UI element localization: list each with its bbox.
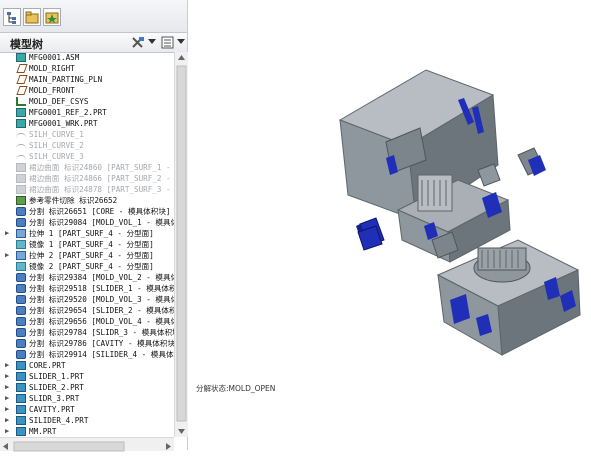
component-icon xyxy=(16,427,26,436)
split-icon xyxy=(16,317,26,326)
tree-item-label: MFG0001.ASM xyxy=(29,53,80,62)
tree-item-label: SILIDER_4.PRT xyxy=(29,416,89,425)
curve-icon xyxy=(16,133,26,142)
vertical-scrollbar[interactable] xyxy=(174,52,188,437)
graphics-viewport[interactable]: 分解状态:MOLD_OPEN xyxy=(188,0,591,450)
datum-plane-icon xyxy=(16,75,28,84)
tree-item-label: MFG0001_REF_2.PRT xyxy=(29,108,107,117)
tree-item-label: 分割 标识29084 [MOLD_VOL_1 - 模具体积 xyxy=(29,218,174,227)
surface-icon xyxy=(16,185,26,194)
component-icon xyxy=(16,372,26,381)
chevron-down-icon[interactable] xyxy=(148,39,156,45)
part-icon xyxy=(16,119,26,128)
tree-item-label: MFG0001_WRK.PRT xyxy=(29,119,98,128)
surface-icon xyxy=(16,163,26,172)
expand-arrow-icon[interactable]: ▶ xyxy=(5,415,9,426)
component-icon xyxy=(16,394,26,403)
folder-icon xyxy=(25,11,39,24)
expand-arrow-icon[interactable]: ▶ xyxy=(5,426,9,437)
tree-item-label: 分割 标识29656 [MOLD_VOL_4 - 模具体积 xyxy=(29,317,174,326)
split-icon xyxy=(16,306,26,315)
assembly-icon xyxy=(16,53,26,62)
tree-item-label: SILH_CURVE_3 xyxy=(29,152,84,161)
component-icon xyxy=(16,361,26,370)
tree-item-label: 分割 标识29384 [MOLD_VOL_2 - 模具体积 xyxy=(29,273,174,282)
chevron-down-icon[interactable] xyxy=(177,39,185,45)
expand-arrow-icon[interactable]: ▶ xyxy=(5,393,9,404)
surface-icon xyxy=(16,174,26,183)
tree-item-label: 分割 标识29784 [SLIDR_3 - 模具体积块] xyxy=(29,328,174,337)
split-icon xyxy=(16,273,26,282)
favorites-icon xyxy=(45,12,59,24)
extrude-icon xyxy=(16,251,26,260)
csys-icon xyxy=(16,97,26,106)
tree-item-label: SILH_CURVE_1 xyxy=(29,130,84,139)
explode-state-label: 分解状态:MOLD_OPEN xyxy=(196,384,276,393)
curve-icon xyxy=(16,144,26,153)
extrude-icon xyxy=(16,229,26,238)
split-icon xyxy=(16,339,26,348)
expand-arrow-icon[interactable]: ▶ xyxy=(5,382,9,393)
tree-item-label: SILH_CURVE_2 xyxy=(29,141,84,150)
tree-item-label: MM.PRT xyxy=(29,427,57,436)
tree-item-label: MAIN_PARTING_PLN xyxy=(29,75,103,84)
mirror-icon xyxy=(16,262,26,271)
show-menu-icon[interactable] xyxy=(160,35,176,50)
tree-item-label: 裙边曲面 标识24878 [PART_SURF_3 - 分 xyxy=(29,185,174,194)
component-icon xyxy=(16,416,26,425)
tree-item-label: 分割 标识29914 [SILIDER_4 - 模具体积 xyxy=(29,350,174,359)
part-icon xyxy=(16,108,26,117)
split-icon xyxy=(16,207,26,216)
mirror-icon xyxy=(16,240,26,249)
datum-plane-icon xyxy=(16,86,28,95)
tab-favorites[interactable] xyxy=(43,8,61,26)
component-icon xyxy=(16,405,26,414)
horizontal-scrollbar[interactable] xyxy=(0,437,174,452)
tree-settings-icon[interactable] xyxy=(130,35,146,50)
expand-arrow-icon[interactable]: ▶ xyxy=(5,228,9,239)
split-icon xyxy=(16,284,26,293)
tree-item-label: MOLD_FRONT xyxy=(29,86,75,95)
tree-item-label: 参考零件切除 标识26652 xyxy=(29,196,118,205)
ref-cut-icon xyxy=(16,196,26,205)
expand-arrow-icon[interactable]: ▶ xyxy=(5,250,9,261)
tree-item-label: 分割 标识29654 [SLIDER_2 - 模具体积块 xyxy=(29,306,174,315)
tree-item-label: SLIDER_2.PRT xyxy=(29,383,84,392)
expand-arrow-icon[interactable]: ▶ xyxy=(5,371,9,382)
tree-item-label: 裙边曲面 标识24866 [PART_SURF_2 - 分 xyxy=(29,174,174,183)
tree-item-label: SLIDR_3.PRT xyxy=(29,394,80,403)
tree-item-label: 分割 标识29518 [SLIDER_1 - 模具体积块 xyxy=(29,284,174,293)
model-tree-panel: 模型树 MFG0001.ASM MOLD_RIGHT MAIN_PARTING_PL… xyxy=(0,0,188,452)
tree-item-label: CORE.PRT xyxy=(29,361,66,370)
component-icon xyxy=(16,383,26,392)
split-icon xyxy=(16,350,26,359)
navigator-tabs xyxy=(0,0,187,33)
tree-item-label: 镜像 2 [PART_SURF_4 - 分型面] xyxy=(29,262,154,271)
tab-folder-browser[interactable] xyxy=(23,8,41,26)
datum-plane-icon xyxy=(16,64,28,73)
tree-item-label: 分割 标识29520 [MOLD_VOL_3 - 模具体积 xyxy=(29,295,174,304)
split-icon xyxy=(16,295,26,304)
expand-arrow-icon[interactable]: ▶ xyxy=(5,360,9,371)
tree-item-label: 分割 标识26651 [CORE - 模具体积块] xyxy=(29,207,171,216)
panel-title: 模型树 xyxy=(10,38,43,51)
tree-icon xyxy=(7,12,16,24)
tree-list: MFG0001.ASM MOLD_RIGHT MAIN_PARTING_PLN MOL… xyxy=(0,52,174,437)
tree-item-label: 镜像 1 [PART_SURF_4 - 分型面] xyxy=(29,240,154,249)
split-icon xyxy=(16,218,26,227)
tree-item-label: MOLD_DEF_CSYS xyxy=(29,97,89,106)
expand-arrow-icon[interactable]: ▶ xyxy=(5,404,9,415)
tree-item-label: SLIDER_1.PRT xyxy=(29,372,84,381)
tree-item-label: 拉伸 1 [PART_SURF_4 - 分型面] xyxy=(29,229,154,238)
model-tree-header: 模型树 xyxy=(0,33,187,53)
tree-item-label: 拉伸 2 [PART_SURF_4 - 分型面] xyxy=(29,251,154,260)
tree-item-label: 裙边曲面 标识24860 [PART_SURF_1 - 分 xyxy=(29,163,174,172)
tree-item-label: MOLD_RIGHT xyxy=(29,64,75,73)
tab-model-tree[interactable] xyxy=(3,8,21,26)
split-icon xyxy=(16,328,26,337)
tree-item-label: CAVITY.PRT xyxy=(29,405,75,414)
tree-item-label: 分割 标识29786 [CAVITY - 模具体积块] xyxy=(29,339,174,348)
